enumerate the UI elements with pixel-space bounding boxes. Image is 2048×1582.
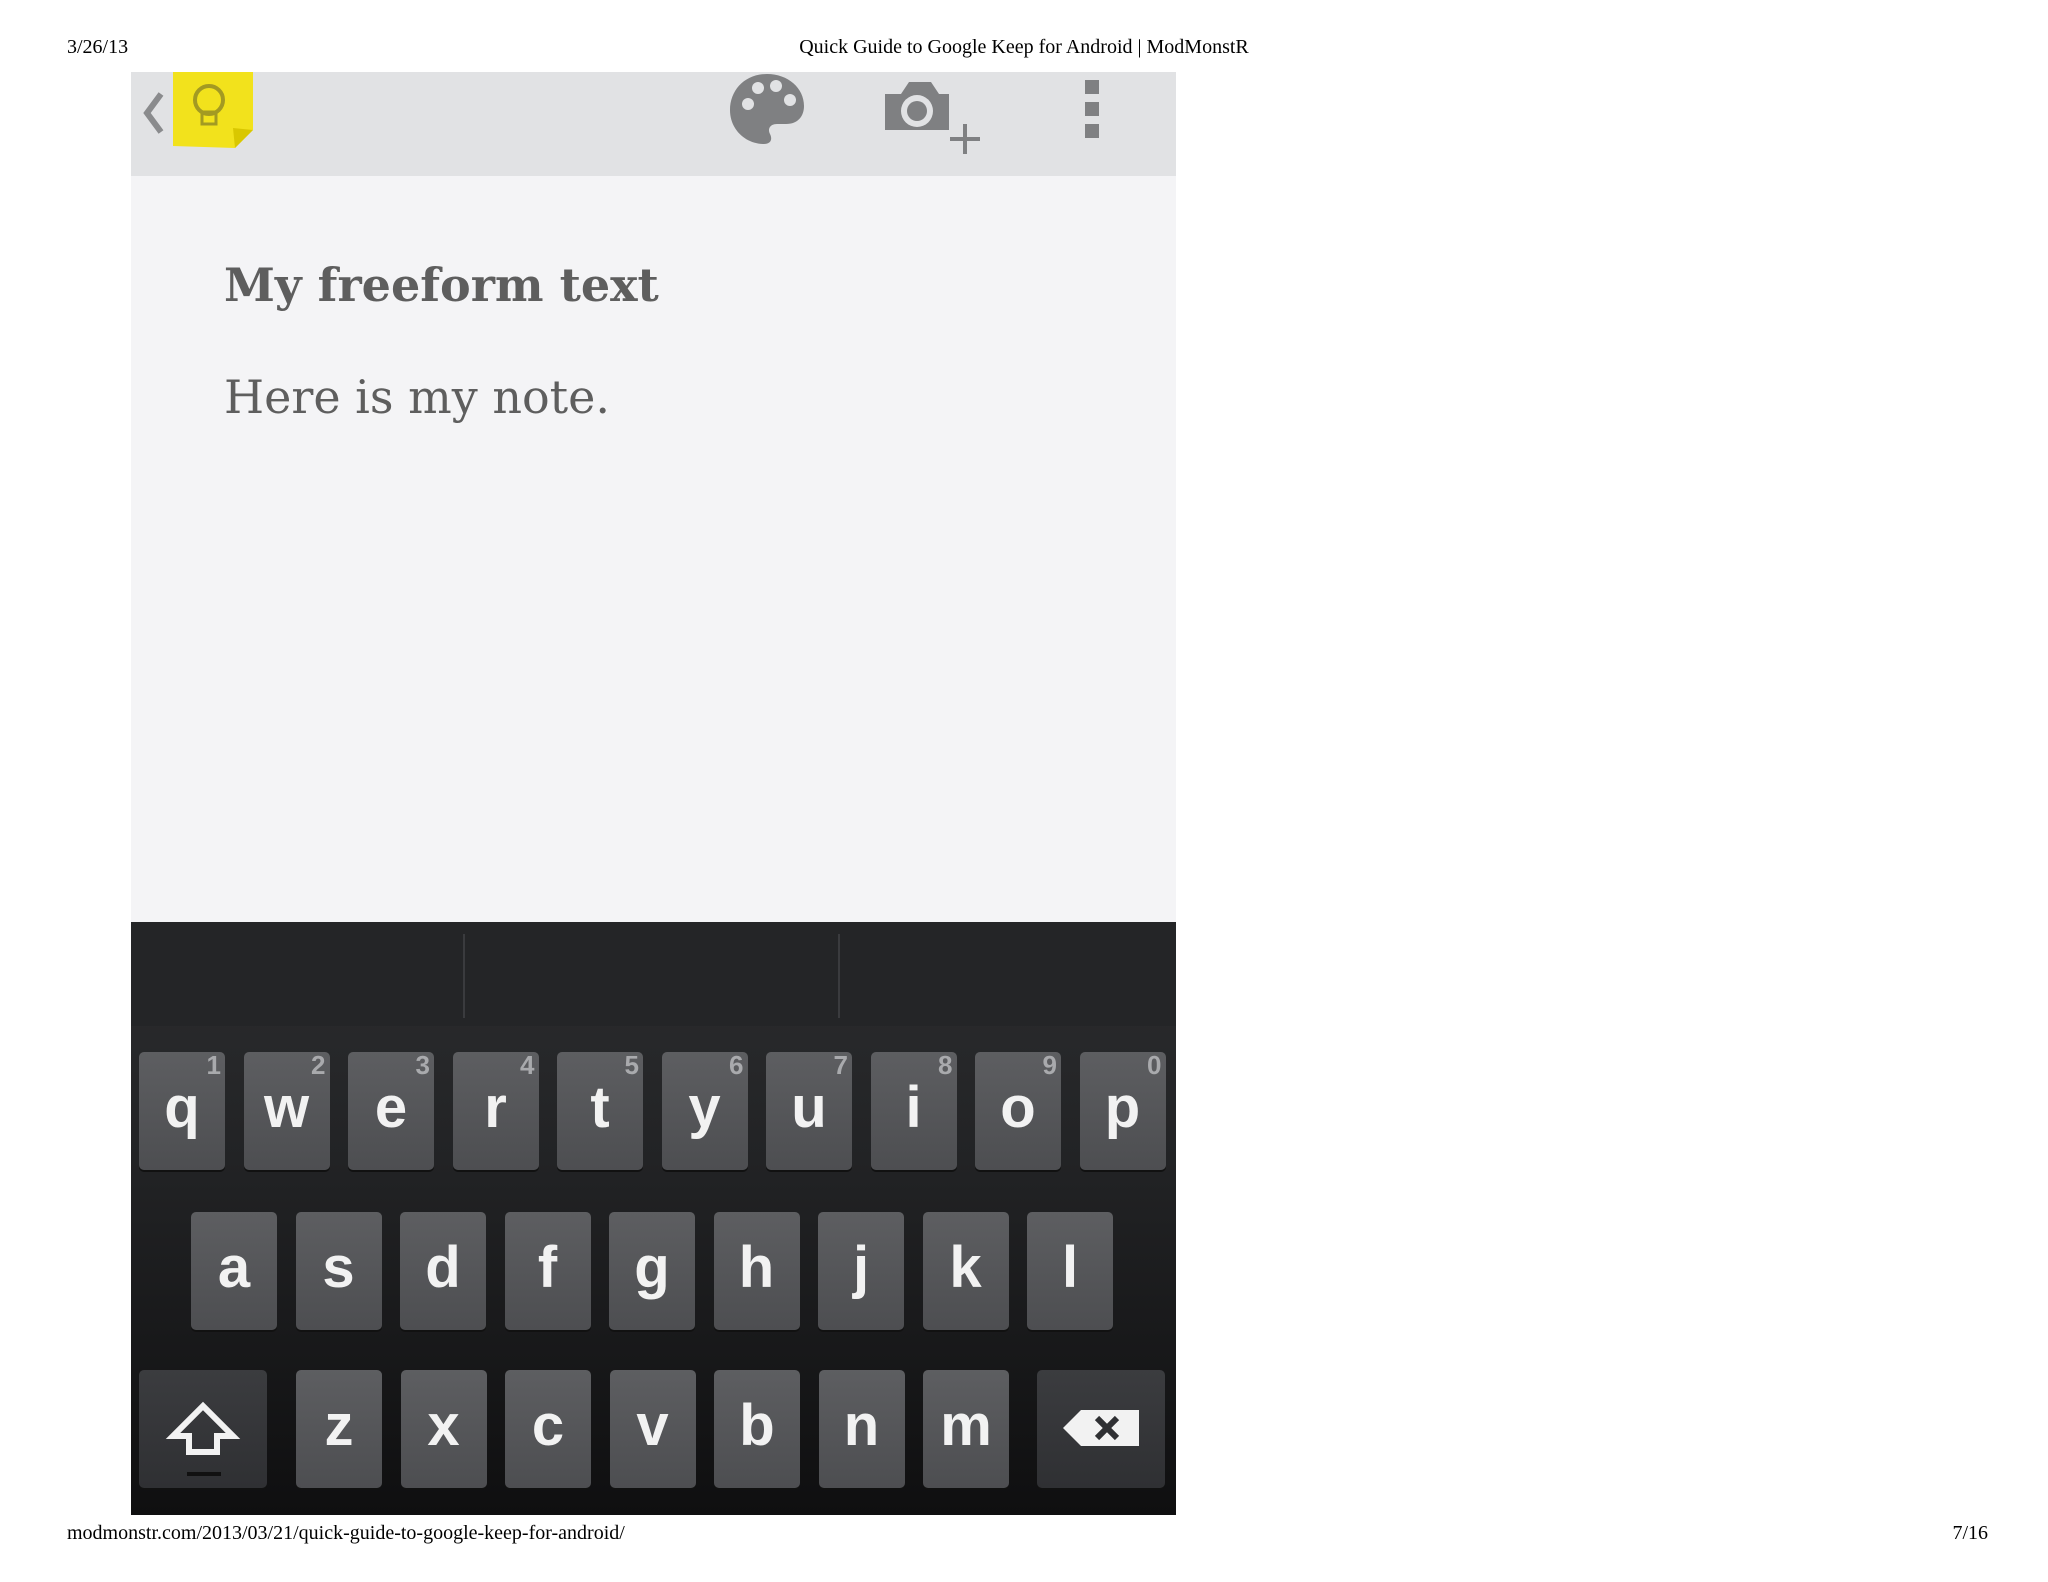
key-label: t xyxy=(590,1075,610,1140)
key-hint: 6 xyxy=(729,1050,744,1080)
soft-keyboard: q1w2e3r4t5y6u7i8o9p0 asdfghjkl zxcvbnm xyxy=(131,922,1176,1515)
key-hint: 2 xyxy=(311,1050,326,1080)
key-d[interactable]: d xyxy=(400,1212,486,1330)
key-label: j xyxy=(852,1235,870,1300)
key-label: l xyxy=(1061,1235,1079,1300)
key-b[interactable]: b xyxy=(714,1370,800,1488)
action-bar xyxy=(131,72,1176,176)
key-p[interactable]: p0 xyxy=(1079,1050,1166,1170)
key-label: b xyxy=(739,1393,775,1458)
key-label: g xyxy=(634,1235,670,1300)
key-label: a xyxy=(217,1235,251,1300)
key-hint: 9 xyxy=(1042,1050,1057,1080)
key-q[interactable]: q1 xyxy=(139,1050,225,1170)
camera-add-icon[interactable] xyxy=(879,72,989,160)
key-label: q xyxy=(164,1075,200,1140)
backspace-icon xyxy=(1063,1410,1139,1446)
key-s[interactable]: s xyxy=(295,1212,382,1330)
key-hint: 3 xyxy=(415,1050,430,1080)
key-e[interactable]: e3 xyxy=(348,1050,434,1170)
key-label: z xyxy=(324,1393,354,1458)
key-x[interactable]: x xyxy=(400,1370,487,1488)
note-body[interactable]: Here is my note. xyxy=(224,370,610,424)
key-hint: 0 xyxy=(1147,1050,1162,1080)
print-header: 3/26/13 Quick Guide to Google Keep for A… xyxy=(0,36,2048,66)
key-u[interactable]: u7 xyxy=(766,1050,852,1170)
key-o[interactable]: o9 xyxy=(975,1050,1061,1170)
key-z[interactable]: z xyxy=(296,1370,382,1488)
backspace-key[interactable] xyxy=(1037,1370,1165,1488)
key-label: f xyxy=(537,1235,558,1300)
suggestion-divider xyxy=(838,934,840,1018)
key-label: d xyxy=(425,1235,461,1300)
shift-key[interactable] xyxy=(139,1370,267,1488)
key-label: m xyxy=(940,1393,992,1458)
key-y[interactable]: y6 xyxy=(661,1050,748,1170)
key-label: p xyxy=(1104,1075,1141,1140)
key-hint: 8 xyxy=(938,1050,953,1080)
overflow-menu-icon[interactable] xyxy=(1081,76,1105,142)
key-label: e xyxy=(374,1075,408,1140)
key-label: n xyxy=(843,1393,880,1458)
key-a[interactable]: a xyxy=(191,1212,277,1330)
suggestion-divider xyxy=(463,934,465,1018)
key-w[interactable]: w2 xyxy=(243,1050,330,1170)
key-label: r xyxy=(484,1075,507,1140)
key-label: x xyxy=(427,1393,460,1458)
key-label: y xyxy=(688,1075,721,1140)
key-f[interactable]: f xyxy=(504,1212,591,1330)
key-k[interactable]: k xyxy=(922,1212,1009,1330)
key-label: v xyxy=(636,1393,669,1458)
key-m[interactable]: m xyxy=(923,1370,1009,1488)
key-t[interactable]: t5 xyxy=(557,1050,643,1170)
key-label: c xyxy=(531,1393,565,1458)
suggestion-strip xyxy=(131,922,1176,1026)
key-hint: 7 xyxy=(833,1050,848,1080)
print-footer: modmonstr.com/2013/03/21/quick-guide-to-… xyxy=(0,1522,2048,1552)
key-v[interactable]: v xyxy=(609,1370,696,1488)
key-hint: 1 xyxy=(206,1050,221,1080)
print-title: Quick Guide to Google Keep for Android |… xyxy=(799,36,1249,58)
key-label: w xyxy=(263,1075,310,1140)
keep-logo-icon[interactable] xyxy=(171,72,257,148)
note-title[interactable]: My freeform text xyxy=(224,258,659,312)
key-label: k xyxy=(949,1235,982,1300)
key-label: i xyxy=(905,1075,922,1140)
key-n[interactable]: n xyxy=(818,1370,905,1488)
key-label: u xyxy=(791,1075,827,1140)
print-url: modmonstr.com/2013/03/21/quick-guide-to-… xyxy=(67,1522,625,1544)
key-l[interactable]: l xyxy=(1027,1212,1113,1330)
print-page-number: 7/16 xyxy=(1952,1522,1988,1544)
key-label: h xyxy=(738,1235,775,1300)
key-hint: 4 xyxy=(520,1050,535,1080)
key-hint: 5 xyxy=(624,1050,639,1080)
palette-icon[interactable] xyxy=(728,72,806,144)
up-caret-icon[interactable] xyxy=(139,80,167,146)
key-label: s xyxy=(322,1235,355,1300)
key-c[interactable]: c xyxy=(505,1370,591,1488)
key-g[interactable]: g xyxy=(609,1212,695,1330)
key-h[interactable]: h xyxy=(713,1212,800,1330)
key-j[interactable]: j xyxy=(818,1212,904,1330)
phone-screen: My freeform text Here is my note. q1w2e3… xyxy=(131,72,1176,1515)
shift-arrow-icon xyxy=(165,1401,241,1476)
key-r[interactable]: r4 xyxy=(452,1050,539,1170)
key-label: o xyxy=(1000,1075,1036,1140)
key-i[interactable]: i8 xyxy=(870,1050,957,1170)
